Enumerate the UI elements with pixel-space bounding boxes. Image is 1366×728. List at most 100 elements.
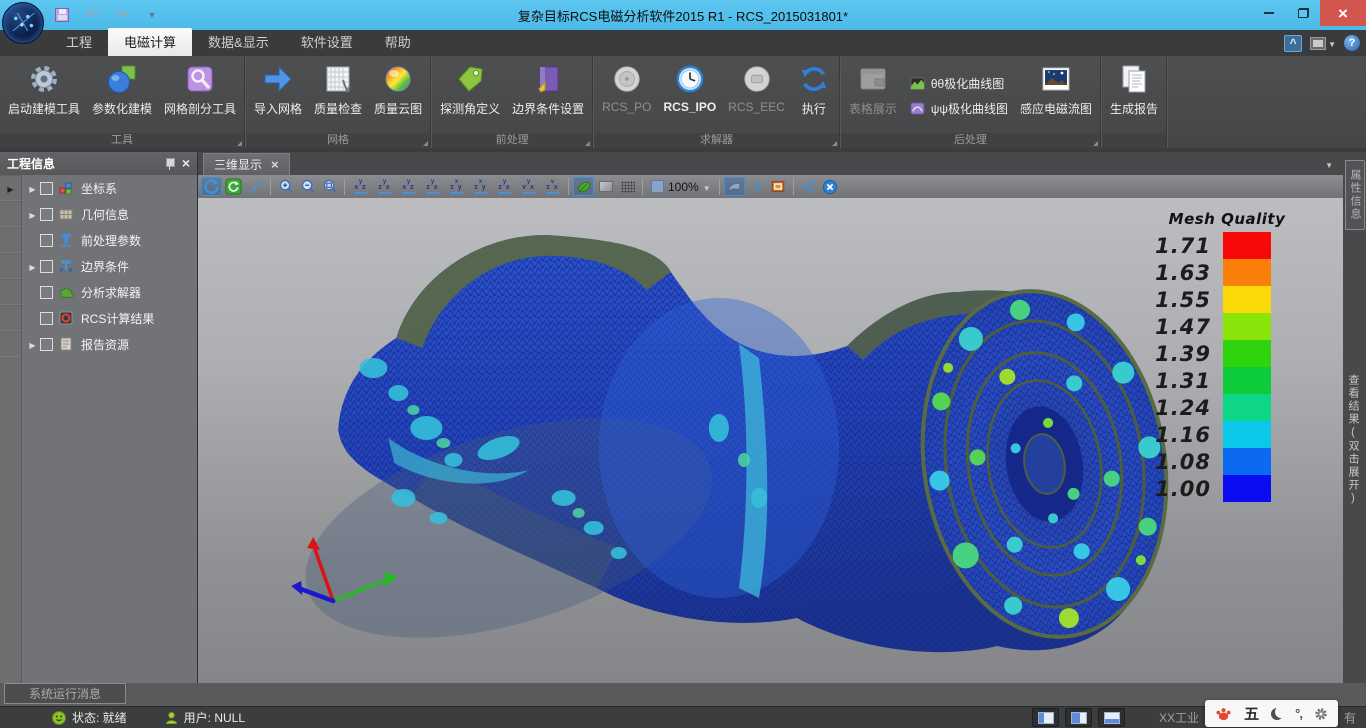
group-footer-mesh[interactable]: 网格 <box>246 133 430 148</box>
tab-view-results[interactable]: 查看结果(双击展开) <box>1345 374 1361 506</box>
tree-item-geometry-info[interactable]: 几何信息 <box>22 201 197 227</box>
theta-polarization-curve-button[interactable]: θθ极化曲线图 <box>909 75 1008 92</box>
viewport-canvas[interactable]: Mesh Quality 1.71 1.63 1.55 1.47 1.39 1.… <box>198 198 1343 683</box>
tree-item-analysis-solver[interactable]: 分析求解器 <box>22 279 197 305</box>
quick-access-dropdown[interactable] <box>142 6 162 24</box>
dialog-launcher-icon[interactable] <box>237 141 242 146</box>
import-mesh-button[interactable]: 导入网格 <box>248 59 308 133</box>
undo-button[interactable] <box>82 6 102 24</box>
pin-icon[interactable] <box>165 157 174 170</box>
psi-polarization-curve-button[interactable]: ψψ极化曲线图 <box>909 100 1008 117</box>
refresh-view-button[interactable] <box>223 177 244 196</box>
wireframe-button[interactable] <box>617 177 638 196</box>
mesh-partition-tool-button[interactable]: 网格剖分工具 <box>158 59 242 133</box>
collapse-ribbon-button[interactable] <box>1284 35 1302 52</box>
group-footer-preprocess[interactable]: 前处理 <box>432 133 592 148</box>
dialog-launcher-icon[interactable] <box>585 141 590 146</box>
generate-report-button[interactable]: 生成报告 <box>1104 59 1164 133</box>
tab-em-computation[interactable]: 电磁计算 <box>108 28 192 56</box>
pan-move-button[interactable] <box>245 177 266 196</box>
close-button[interactable] <box>1320 0 1366 26</box>
view-orientation-button-7[interactable]: yz x <box>493 177 516 196</box>
tab-system-messages[interactable]: 系统运行消息 <box>4 683 126 704</box>
parametric-modeling-button[interactable]: 参数化建模 <box>86 59 158 133</box>
rcs-ipo-solver-button[interactable]: RCS_IPO <box>657 59 722 133</box>
close-panel-icon[interactable] <box>182 156 190 171</box>
tree-item-preprocess-params[interactable]: 前处理参数 <box>22 227 197 253</box>
checkbox[interactable] <box>40 260 53 273</box>
minimize-button[interactable] <box>1252 0 1286 26</box>
download-view-button[interactable] <box>746 177 767 196</box>
tab-3d-display[interactable]: 三维显示 <box>203 153 290 175</box>
execute-button[interactable]: 执行 <box>791 59 837 133</box>
display-mode-button[interactable] <box>1310 36 1336 50</box>
launch-modeling-tool-button[interactable]: 启动建模工具 <box>2 59 86 133</box>
ime-wubi-mode[interactable]: 五 <box>1244 703 1259 724</box>
quality-cloud-map-button[interactable]: 质量云图 <box>368 59 428 133</box>
ime-gear-icon[interactable] <box>1314 707 1328 721</box>
close-tab-icon[interactable] <box>271 158 279 172</box>
row-selector-icon[interactable] <box>7 181 13 195</box>
layout-split-panel-button[interactable] <box>1065 708 1092 727</box>
flat-render-button[interactable] <box>595 177 616 196</box>
checkbox[interactable] <box>40 234 53 247</box>
ime-moon-icon[interactable] <box>1271 708 1283 720</box>
app-logo-icon[interactable] <box>2 2 44 44</box>
shaded-render-button[interactable] <box>573 177 594 196</box>
group-footer-tools[interactable]: 工具 <box>0 133 244 148</box>
boundary-condition-settings-button[interactable]: 边界条件设置 <box>506 59 590 133</box>
tree-item-rcs-results[interactable]: RCS计算结果 <box>22 305 197 331</box>
quality-check-button[interactable]: 质量检查 <box>308 59 368 133</box>
zoom-fit-button[interactable] <box>319 177 340 196</box>
dialog-launcher-icon[interactable] <box>423 141 428 146</box>
zoom-in-button[interactable] <box>275 177 296 196</box>
zoom-out-button[interactable] <box>297 177 318 196</box>
restore-button[interactable] <box>1286 0 1320 26</box>
zoom-level-select[interactable]: 100% <box>647 180 715 194</box>
induced-current-map-button[interactable]: 感应电磁流图 <box>1014 59 1098 133</box>
help-button[interactable]: ? <box>1344 35 1360 51</box>
expand-arrow-icon[interactable] <box>29 207 35 221</box>
checkbox[interactable] <box>40 208 53 221</box>
group-footer-postprocess[interactable]: 后处理 <box>841 133 1100 148</box>
tab-properties-info[interactable]: 属性信息 <box>1345 160 1365 230</box>
redo-button[interactable] <box>112 6 132 24</box>
expand-arrow-icon[interactable] <box>29 337 35 351</box>
checkbox[interactable] <box>40 312 53 325</box>
surface-pick-button[interactable] <box>724 177 745 196</box>
close-view-button[interactable] <box>820 177 841 196</box>
tab-project[interactable]: 工程 <box>50 28 108 56</box>
tab-data-display[interactable]: 数据&显示 <box>192 28 285 56</box>
orbit-rotate-button[interactable] <box>201 177 222 196</box>
ime-paw-icon[interactable] <box>1215 706 1232 721</box>
save-button[interactable] <box>52 6 72 24</box>
ime-punctuation-icon[interactable]: °, <box>1295 706 1302 721</box>
tree-item-coordinate-system[interactable]: 坐标系 <box>22 175 197 201</box>
view-orientation-button-2[interactable]: yz x <box>373 177 396 196</box>
group-footer-solver[interactable]: 求解器 <box>594 133 839 148</box>
expand-arrow-icon[interactable] <box>29 181 35 195</box>
share-link-button[interactable] <box>798 177 819 196</box>
expand-arrow-icon[interactable] <box>29 259 35 273</box>
checkbox[interactable] <box>40 182 53 195</box>
dialog-launcher-icon[interactable] <box>1093 141 1098 146</box>
view-orientation-button-1[interactable]: yx z <box>349 177 372 196</box>
view-orientation-button-8[interactable]: yv x <box>517 177 540 196</box>
layout-left-panel-button[interactable] <box>1032 708 1059 727</box>
tab-software-settings[interactable]: 软件设置 <box>285 28 369 56</box>
layout-bottom-panel-button[interactable] <box>1098 708 1125 727</box>
dialog-launcher-icon[interactable] <box>832 141 837 146</box>
view-orientation-button-4[interactable]: yz x <box>421 177 444 196</box>
probe-angle-define-button[interactable]: 探测角定义 <box>434 59 506 133</box>
tab-list-dropdown[interactable] <box>1325 157 1333 171</box>
view-orientation-button-6[interactable]: xz y <box>469 177 492 196</box>
view-orientation-button-5[interactable]: xz y <box>445 177 468 196</box>
tree-item-report-resources[interactable]: 报告资源 <box>22 331 197 357</box>
tab-help[interactable]: 帮助 <box>369 28 427 56</box>
capture-image-button[interactable] <box>768 177 789 196</box>
checkbox[interactable] <box>40 338 53 351</box>
view-orientation-button-3[interactable]: yx z <box>397 177 420 196</box>
view-orientation-button-9[interactable]: vz x <box>541 177 564 196</box>
tree-item-boundary-conditions[interactable]: 边界条件 <box>22 253 197 279</box>
checkbox[interactable] <box>40 286 53 299</box>
